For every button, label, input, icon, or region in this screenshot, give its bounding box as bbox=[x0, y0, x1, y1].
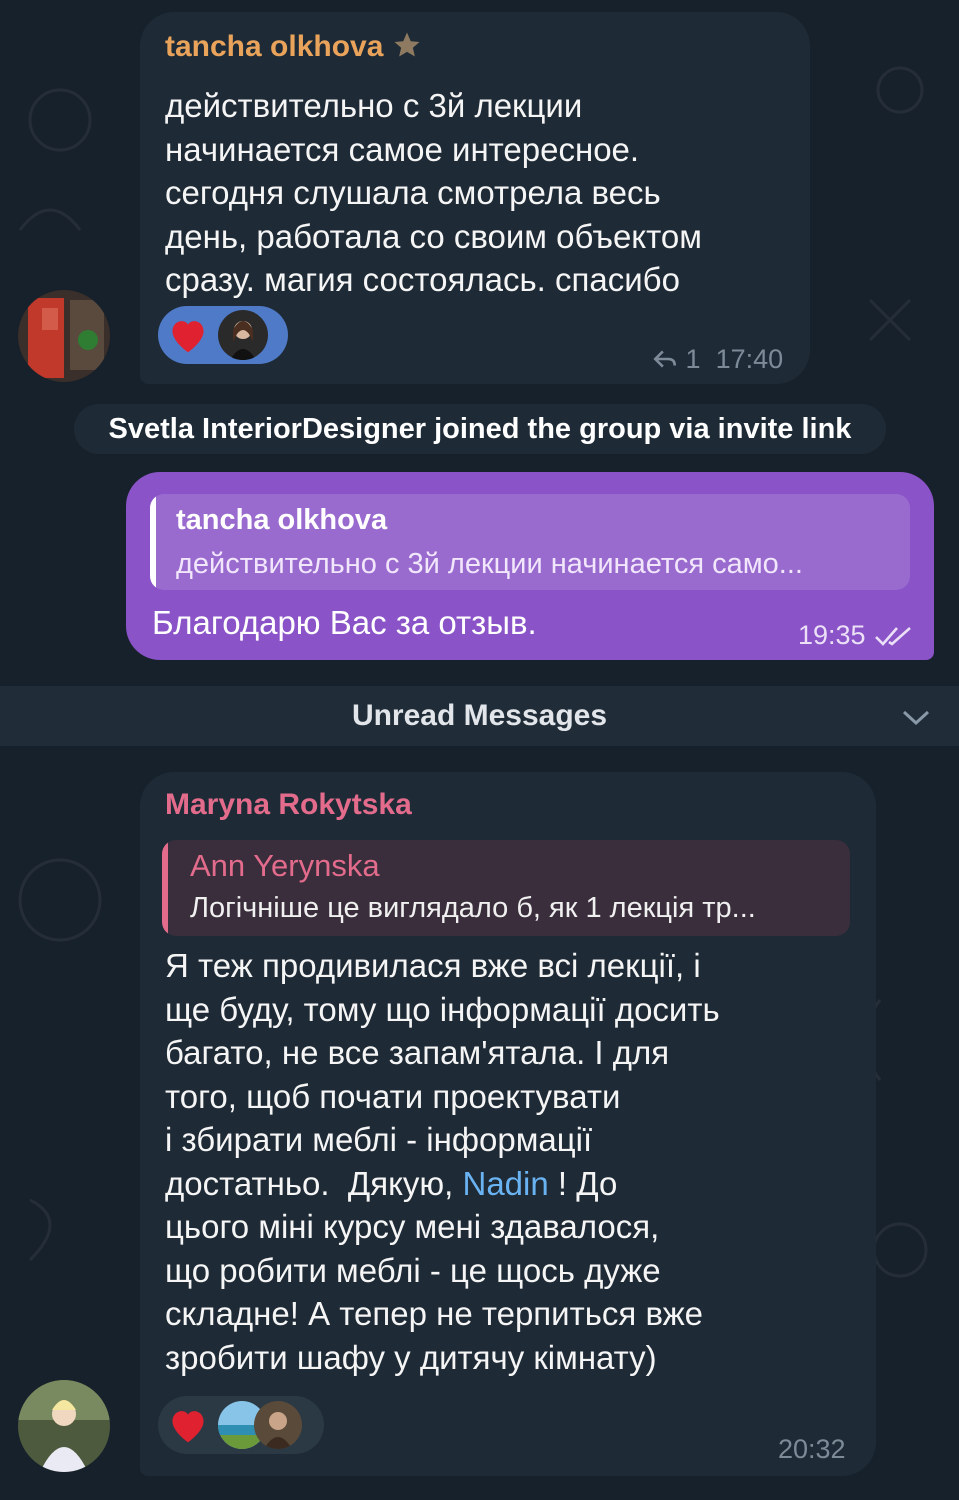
reply-quote[interactable]: Ann Yerynska Логічніше це виглядало б, я… bbox=[162, 840, 850, 936]
message-meta: 1 17:40 bbox=[652, 344, 783, 375]
reactions-pill[interactable] bbox=[158, 306, 288, 364]
chevron-down-icon[interactable] bbox=[901, 708, 931, 728]
star-icon bbox=[394, 32, 420, 57]
heart-reaction-icon bbox=[166, 1403, 210, 1447]
reply-quote[interactable]: tancha olkhova действительно с 3й лекции… bbox=[150, 494, 910, 590]
service-message: Svetla InteriorDesigner joined the group… bbox=[74, 404, 886, 454]
outgoing-message-bubble[interactable]: tancha olkhova действительно с 3й лекции… bbox=[126, 472, 934, 660]
unread-messages-divider: Unread Messages bbox=[0, 686, 959, 746]
sender-name[interactable]: tancha olkhova bbox=[165, 30, 422, 64]
message-bubble[interactable]: tancha olkhova действительно с 3й лекции… bbox=[140, 12, 810, 384]
avatar[interactable] bbox=[18, 1380, 110, 1472]
message-bubble[interactable]: Maryna Rokytska Ann Yerynska Логічніше ц… bbox=[140, 772, 876, 1476]
quote-text: действительно с 3й лекции начинается сам… bbox=[176, 548, 803, 580]
reply-arrow-icon bbox=[653, 350, 677, 368]
quote-text: Логічніше це виглядало б, як 1 лекція тр… bbox=[190, 892, 756, 924]
quote-sender: Ann Yerynska bbox=[190, 848, 380, 883]
double-check-icon bbox=[875, 627, 911, 646]
message-text: Благодарю Вас за отзыв. bbox=[152, 604, 537, 641]
quote-sender: tancha olkhova bbox=[176, 504, 388, 536]
reactions-pill[interactable] bbox=[158, 1396, 324, 1454]
avatar[interactable] bbox=[18, 290, 110, 382]
reactor-avatar bbox=[254, 1401, 302, 1449]
message-text: Я теж продивилася вже всі лекції, і ще б… bbox=[165, 947, 720, 1376]
mention-link[interactable]: Nadin bbox=[462, 1165, 548, 1202]
message-meta: 19:35 bbox=[798, 620, 915, 651]
message-time: 20:32 bbox=[778, 1434, 846, 1464]
heart-reaction-icon bbox=[166, 313, 210, 357]
reactor-avatar bbox=[218, 310, 268, 360]
message-text: действительно с 3й лекции начинается сам… bbox=[165, 87, 702, 298]
sender-name[interactable]: Maryna Rokytska bbox=[165, 788, 412, 822]
